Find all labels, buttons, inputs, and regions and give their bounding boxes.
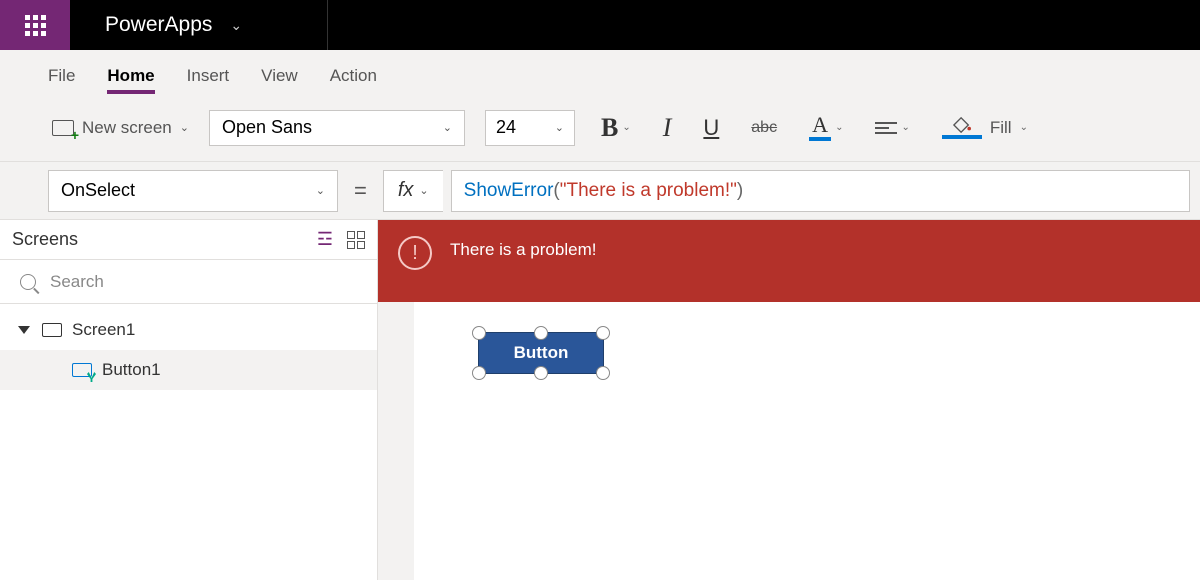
new-screen-label: New screen: [82, 118, 172, 138]
app-launcher-button[interactable]: [0, 0, 70, 50]
fx-expand-button[interactable]: fx ⌄: [383, 170, 443, 212]
strikethrough-button[interactable]: abc: [745, 119, 783, 137]
align-icon: [875, 122, 897, 134]
align-button[interactable]: ⌄: [869, 122, 915, 134]
font-size-value: 24: [496, 117, 516, 138]
resize-handle-tr[interactable]: [596, 326, 610, 340]
underline-icon: U: [703, 115, 719, 141]
tab-insert[interactable]: Insert: [187, 66, 230, 94]
formula-token-string: "There is a problem!": [560, 180, 737, 202]
tab-home[interactable]: Home: [107, 66, 154, 94]
font-color-button[interactable]: A ⌄: [803, 114, 849, 141]
chevron-down-icon: ⌄: [180, 121, 189, 134]
screens-panel-header: Screens ☲: [0, 220, 377, 260]
app-name: PowerApps: [105, 13, 212, 37]
search-placeholder: Search: [50, 272, 104, 292]
design-surface[interactable]: Button: [414, 302, 1200, 580]
chevron-down-icon: ⌄: [230, 17, 242, 34]
thumbnail-view-icon[interactable]: [347, 231, 365, 249]
resize-handle-tm[interactable]: [534, 326, 548, 340]
italic-button[interactable]: I: [657, 113, 678, 143]
fx-icon: fx: [398, 179, 414, 202]
chevron-down-icon: ⌄: [835, 122, 843, 133]
fill-button[interactable]: Fill ⌄: [936, 116, 1034, 139]
canvas-button-text: Button: [514, 343, 569, 363]
error-icon: !: [398, 236, 432, 270]
tab-file[interactable]: File: [48, 66, 75, 94]
chevron-down-icon: ⌄: [443, 121, 452, 134]
error-message: There is a problem!: [450, 236, 596, 260]
tree-view-icon[interactable]: ☲: [317, 229, 333, 250]
resize-handle-bl[interactable]: [472, 366, 486, 380]
chevron-down-icon: ⌄: [1020, 122, 1028, 133]
formula-token-fn: ShowError: [464, 180, 554, 202]
formula-input[interactable]: ShowError( "There is a problem!" ): [451, 170, 1190, 212]
font-color-icon: A: [809, 114, 831, 141]
chevron-down-icon: ⌄: [419, 184, 428, 197]
screen-icon: [42, 323, 62, 337]
canvas-surface[interactable]: Button: [378, 302, 1200, 580]
tree-item-button[interactable]: Button1: [0, 350, 377, 390]
search-input[interactable]: Search: [0, 260, 377, 304]
chevron-down-icon: ⌄: [555, 121, 564, 134]
waffle-icon: [25, 15, 46, 36]
fill-icon: [942, 116, 982, 139]
tree-item-screen[interactable]: Screen1: [0, 310, 377, 350]
canvas-area: ! There is a problem! Button: [378, 220, 1200, 580]
formula-bar: OnSelect ⌄ = fx ⌄ ShowError( "There is a…: [0, 162, 1200, 220]
tree-item-label: Button1: [102, 360, 161, 380]
bold-icon: B: [601, 113, 618, 143]
screens-panel: Screens ☲ Search Screen1 Button1: [0, 220, 378, 580]
underline-button[interactable]: U: [697, 115, 725, 141]
property-select[interactable]: OnSelect ⌄: [48, 170, 338, 212]
canvas-button-control[interactable]: Button: [478, 332, 604, 374]
app-header: PowerApps ⌄: [0, 0, 1200, 50]
chevron-down-icon: ⌄: [901, 122, 909, 133]
formula-token-paren: ): [737, 180, 743, 202]
screens-panel-title: Screens: [12, 229, 78, 250]
fill-label: Fill: [990, 118, 1012, 138]
bold-button[interactable]: B ⌄: [595, 113, 637, 143]
font-family-value: Open Sans: [222, 117, 312, 138]
italic-icon: I: [663, 113, 672, 143]
chevron-down-icon: ⌄: [622, 122, 630, 133]
environment-dropdown[interactable]: PowerApps ⌄: [70, 0, 328, 50]
chevron-down-icon: ⌄: [316, 184, 325, 197]
resize-handle-bm[interactable]: [534, 366, 548, 380]
tab-view[interactable]: View: [261, 66, 298, 94]
new-screen-button[interactable]: New screen ⌄: [52, 118, 189, 138]
equals-label: =: [346, 178, 375, 204]
tree-item-label: Screen1: [72, 320, 135, 340]
resize-handle-tl[interactable]: [472, 326, 486, 340]
screen-plus-icon: [52, 120, 74, 136]
work-area: Screens ☲ Search Screen1 Button1: [0, 220, 1200, 580]
ribbon-tab-bar: File Home Insert View Action: [0, 50, 1200, 94]
error-banner: ! There is a problem!: [378, 220, 1200, 302]
strikethrough-icon: abc: [751, 119, 777, 137]
control-tree: Screen1 Button1: [0, 304, 377, 390]
property-value: OnSelect: [61, 180, 135, 201]
search-icon: [20, 274, 36, 290]
font-size-select[interactable]: 24 ⌄: [485, 110, 575, 146]
font-family-select[interactable]: Open Sans ⌄: [209, 110, 465, 146]
resize-handle-br[interactable]: [596, 366, 610, 380]
ribbon-toolbar: New screen ⌄ Open Sans ⌄ 24 ⌄ B ⌄ I U ab…: [0, 94, 1200, 162]
button-control-icon: [72, 363, 92, 377]
collapse-icon[interactable]: [18, 326, 30, 334]
tab-action[interactable]: Action: [330, 66, 377, 94]
